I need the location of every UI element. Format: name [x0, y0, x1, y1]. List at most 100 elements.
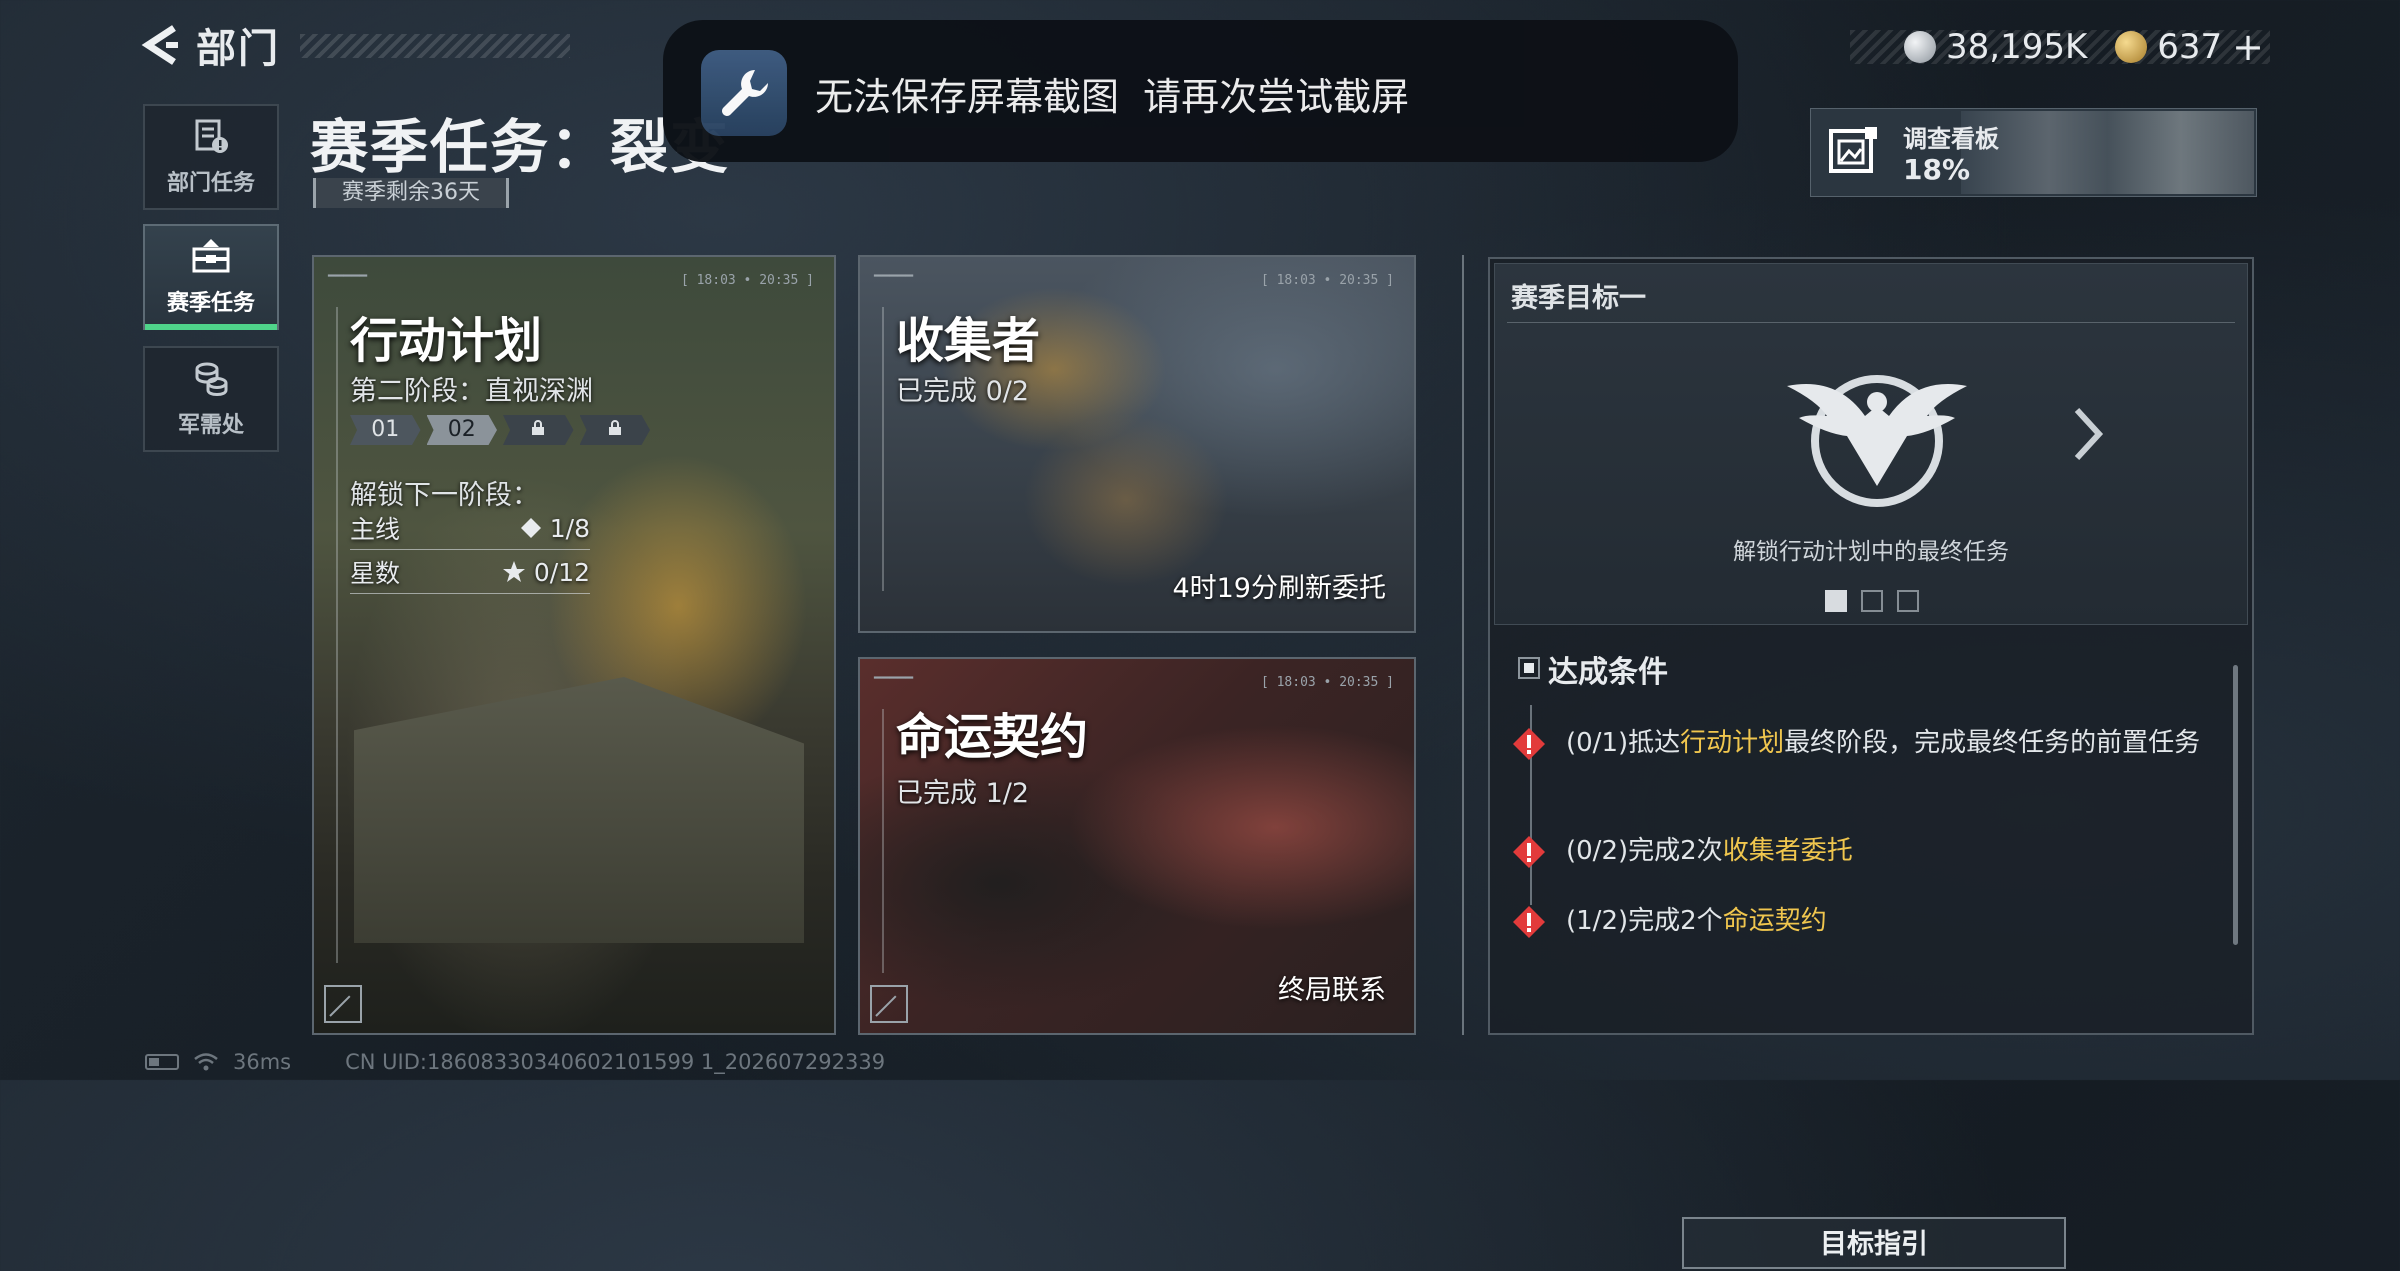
season-goal-panel: 赛季目标一 解锁行动计划中的最终任务 达成条件 (0/1)抵达行动计划最终阶段，… [1488, 257, 2254, 1269]
lock-icon [608, 420, 621, 435]
collector-progress: 已完成 0/2 [896, 376, 1030, 407]
stars-label: 星数 [350, 559, 401, 588]
condition-2-prefix: (0/2)完成2次 [1566, 836, 1723, 866]
card-code-label: ━━━━━ [874, 671, 914, 686]
condition-3-prefix: (1/2)完成2个 [1566, 906, 1723, 936]
action-plan-title: 行动计划 [350, 313, 543, 369]
stars-progress: 星数 0/12 [350, 551, 590, 594]
collector-title: 收集者 [896, 313, 1041, 369]
lock-icon [532, 420, 545, 435]
page-section-title: 部门 [196, 26, 280, 72]
diamond-icon [520, 518, 541, 538]
survey-board-thumbnails [1961, 111, 2254, 194]
stage-2: 02 [426, 415, 497, 445]
main-line-value: 1/8 [549, 513, 590, 543]
card-guide-line [882, 709, 884, 973]
panel-divider [1462, 255, 1464, 1035]
stars-value-wrap: 0/12 [502, 558, 590, 587]
conditions-scrollbar[interactable] [2233, 665, 2238, 945]
goal-summary: 赛季目标一 解锁行动计划中的最终任务 [1494, 263, 2248, 625]
warning-icon [1513, 906, 1545, 938]
survey-board-percent: 18% [1903, 153, 1971, 186]
next-goal-chevron-icon[interactable] [2067, 404, 2107, 464]
battery-icon [145, 1054, 179, 1070]
card-guide-line [882, 307, 884, 591]
board-icon [1829, 127, 1877, 173]
fate-contract-card[interactable]: ━━━━━ [ 18:03 • 20:35 ] 命运契约 已完成 1/2 终局联… [858, 657, 1416, 1035]
goal-divider [1507, 322, 2235, 323]
header-stripe [300, 34, 570, 58]
silver-coin-icon [1904, 31, 1936, 63]
document-alert-icon [195, 119, 228, 153]
ping-value: 36ms [233, 1050, 292, 1074]
condition-item-3: (1/2)完成2个命运契约 [1566, 901, 2206, 941]
silver-amount: 38,195K [1946, 27, 2088, 67]
conditions-bullet-icon [1518, 657, 1540, 679]
card-stamp: [ 18:03 • 20:35 ] [1260, 273, 1394, 288]
sidebar-item-quartermaster[interactable]: 军需处 [143, 346, 279, 452]
expand-corner-icon [324, 985, 362, 1023]
fate-contract-title: 命运契约 [896, 709, 1089, 765]
stars-value: 0/12 [533, 557, 590, 587]
stage-progress: 01 02 [350, 415, 650, 445]
stage-1: 01 [350, 415, 421, 445]
wrench-icon [722, 70, 768, 116]
survey-board-button[interactable]: 调查看板 18% [1810, 108, 2257, 197]
collector-card[interactable]: ━━━━━ [ 18:03 • 20:35 ] 收集者 已完成 0/2 4时19… [858, 255, 1416, 633]
status-footer: 36ms CN UID:18608330340602101599 1_20260… [145, 1050, 885, 1074]
sidebar-item-label: 部门任务 [166, 171, 255, 196]
star-icon [502, 561, 525, 582]
briefcase-icon [192, 239, 230, 273]
gold-amount: 637 [2157, 27, 2223, 67]
condition-1-suffix: 最终阶段，完成最终任务的前置任务 [1784, 728, 2201, 758]
fate-contract-progress: 已完成 1/2 [896, 778, 1030, 809]
collector-refresh-timer: 4时19分刷新委托 [1172, 573, 1386, 604]
condition-1-link[interactable]: 行动计划 [1680, 728, 1784, 758]
back-button[interactable]: 部门 [140, 22, 575, 72]
fate-contract-footer: 终局联系 [1278, 975, 1386, 1006]
warning-icon [1513, 728, 1545, 760]
tool-app-icon [701, 50, 787, 136]
survey-board-label: 调查看板 [1903, 125, 1999, 153]
conditions-section: 达成条件 (0/1)抵达行动计划最终阶段，完成最终任务的前置任务 (0/2)完成… [1494, 635, 2248, 1269]
goal-page-dot-2[interactable] [1861, 590, 1883, 612]
condition-3-link[interactable]: 命运契约 [1723, 906, 1827, 936]
condition-item-1: (0/1)抵达行动计划最终阶段，完成最终任务的前置任务 [1566, 723, 2206, 763]
action-plan-stage: 第二阶段：直视深渊 [350, 376, 593, 407]
card-code-label: ━━━━━ [328, 269, 368, 284]
main-line-label: 主线 [350, 515, 401, 544]
action-plan-card[interactable]: ━━━━━ [ 18:03 • 20:35 ] 行动计划 第二阶段：直视深渊 0… [312, 255, 836, 1035]
stage-4-locked [579, 415, 650, 445]
expand-corner-icon [870, 985, 908, 1023]
goal-guide-button[interactable]: 目标指引 [1682, 1217, 2066, 1269]
uid-text: CN UID:18608330340602101599 1_2026072923… [345, 1050, 886, 1074]
sidebar-item-department-tasks[interactable]: 部门任务 [143, 104, 279, 210]
sidebar-item-label: 军需处 [177, 413, 244, 438]
add-currency-button[interactable]: + [2232, 25, 2264, 69]
screenshot-failed-toast: 无法保存屏幕截图 请再次尝试截屏 [663, 20, 1738, 162]
condition-1-prefix: (0/1)抵达 [1566, 728, 1681, 758]
sidebar-item-label: 赛季任务 [166, 291, 255, 316]
goal-page-dot-3[interactable] [1897, 590, 1919, 612]
sidebar-item-season-tasks[interactable]: 赛季任务 [143, 224, 279, 330]
toast-message: 无法保存屏幕截图 请再次尝试截屏 [815, 75, 1410, 119]
card-stamp: [ 18:03 • 20:35 ] [1260, 675, 1394, 690]
condition-2-link[interactable]: 收集者委托 [1723, 836, 1853, 866]
season-remaining-badge: 赛季剩余36天 [313, 178, 509, 208]
main-line-progress: 主线 1/8 [350, 507, 590, 550]
card-code-label: ━━━━━ [874, 269, 914, 284]
warning-icon [1513, 836, 1545, 868]
conditions-title: 达成条件 [1548, 655, 1668, 690]
goal-title: 赛季目标一 [1511, 283, 1646, 314]
gold-coin-icon [2115, 31, 2148, 63]
card-stamp: [ 18:03 • 20:35 ] [680, 273, 814, 288]
coins-icon [195, 362, 228, 397]
eagle-emblem-icon [1787, 375, 1967, 507]
wifi-icon [194, 1053, 218, 1071]
condition-item-2: (0/2)完成2次收集者委托 [1566, 831, 2206, 871]
goal-description: 解锁行动计划中的最终任务 [1733, 539, 2009, 565]
back-arrow-icon [141, 25, 178, 65]
main-line-value-wrap: 1/8 [520, 514, 590, 543]
currency-bar: 38,195K 637 + [1850, 25, 2270, 69]
goal-page-dot-1[interactable] [1825, 590, 1847, 612]
